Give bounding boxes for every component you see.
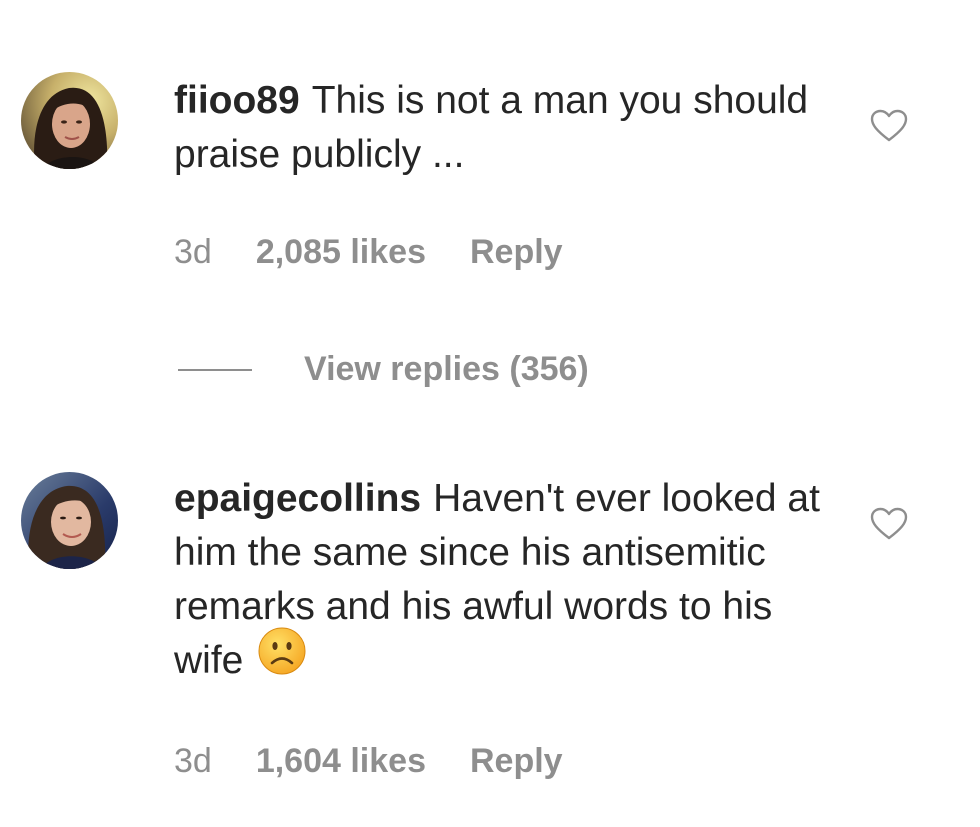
user-avatar[interactable] xyxy=(21,72,118,169)
reply-button[interactable]: Reply xyxy=(470,232,563,272)
user-avatar[interactable] xyxy=(21,472,118,569)
comment-username[interactable]: fiioo89 xyxy=(174,79,300,122)
frowning-face-emoji-icon xyxy=(257,626,307,691)
comment-timestamp[interactable]: 3d xyxy=(174,232,212,272)
comment-username[interactable]: epaigecollins xyxy=(174,477,421,520)
comment-text-block: fiioo89 This is not a man you should prai… xyxy=(174,74,844,182)
heart-icon[interactable] xyxy=(870,109,908,143)
view-replies-button[interactable]: View replies (356) xyxy=(178,350,589,390)
view-replies-label[interactable]: View replies (356) xyxy=(304,350,589,389)
comment-timestamp[interactable]: 3d xyxy=(174,741,212,781)
comment-meta: 3d 1,604 likes Reply xyxy=(174,741,563,781)
comment-likes-count[interactable]: 2,085 likes xyxy=(256,232,426,272)
divider-line xyxy=(178,368,252,371)
heart-icon[interactable] xyxy=(870,507,908,541)
reply-button[interactable]: Reply xyxy=(470,741,563,781)
comment-meta: 3d 2,085 likes Reply xyxy=(174,232,563,272)
comment-likes-count[interactable]: 1,604 likes xyxy=(256,741,426,781)
comment-text-block: epaigecollins Haven't ever looked at him … xyxy=(174,472,844,691)
